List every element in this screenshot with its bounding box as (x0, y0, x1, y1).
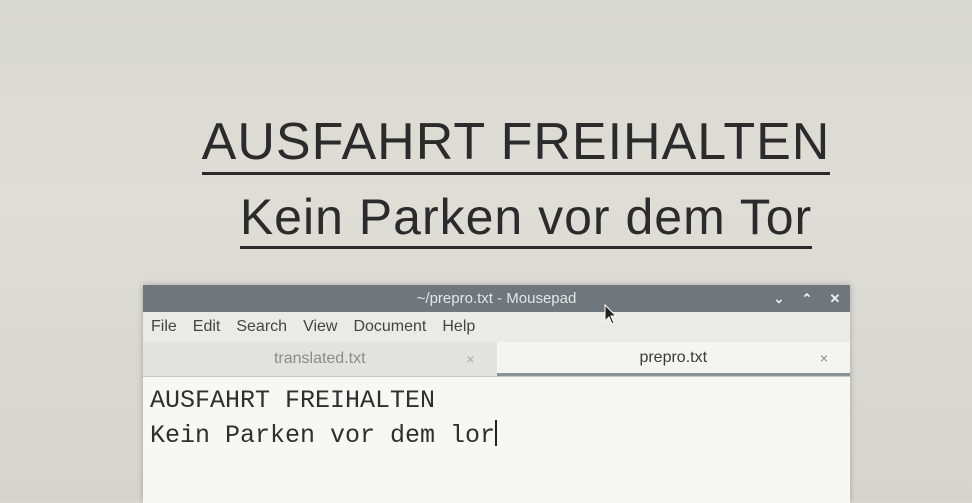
tab-translated[interactable]: translated.txt × (143, 342, 497, 376)
close-icon[interactable]: ✕ (828, 285, 842, 312)
sign-line-1: AUSFAHRT FREIHALTEN (201, 116, 831, 175)
menu-file[interactable]: File (151, 318, 185, 336)
sign-subheading: Kein Parken vor dem Tor (0, 188, 972, 249)
mousepad-window: ~/prepro.txt - Mousepad ⌄ ⌃ ✕ File Edit … (143, 285, 850, 503)
menu-help[interactable]: Help (442, 318, 483, 336)
editor-line-1: AUSFAHRT FREIHALTEN (150, 386, 436, 415)
menu-bar: File Edit Search View Document Help (143, 312, 850, 342)
tab-label: prepro.txt (639, 348, 708, 366)
mouse-pointer-icon (604, 304, 618, 325)
tab-prepro[interactable]: prepro.txt × (496, 342, 850, 376)
tab-close-icon[interactable]: × (466, 351, 474, 367)
window-title: ~/prepro.txt - Mousepad (416, 290, 577, 307)
minimize-icon[interactable]: ⌄ (772, 285, 786, 312)
title-bar[interactable]: ~/prepro.txt - Mousepad ⌄ ⌃ ✕ (143, 285, 850, 312)
tab-bar: translated.txt × prepro.txt × (143, 342, 850, 377)
sign-heading: AUSFAHRT FREIHALTEN (0, 112, 972, 175)
menu-document[interactable]: Document (353, 318, 434, 336)
text-caret (495, 420, 498, 446)
editor-line-2-wrap: Kein Parken vor dem lor (150, 418, 850, 453)
editor-line-2: Kein Parken vor dem lor (150, 421, 496, 450)
menu-edit[interactable]: Edit (193, 318, 229, 336)
tab-close-icon[interactable]: × (820, 350, 828, 366)
tab-label: translated.txt (273, 350, 366, 367)
menu-search[interactable]: Search (236, 318, 295, 336)
maximize-icon[interactable]: ⌃ (800, 285, 814, 312)
sign-line-2: Kein Parken vor dem Tor (239, 192, 813, 249)
text-editor[interactable]: AUSFAHRT FREIHALTEN Kein Parken vor dem … (143, 377, 850, 503)
menu-view[interactable]: View (303, 318, 345, 336)
window-controls: ⌄ ⌃ ✕ (772, 285, 842, 312)
